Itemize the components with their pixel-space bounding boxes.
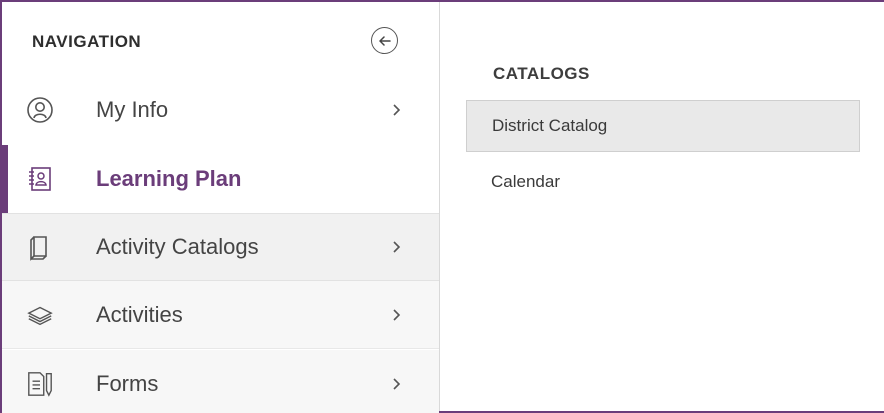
app-frame: NAVIGATION My Info Learning Plan Activit… (0, 0, 884, 413)
navigation-header: NAVIGATION (2, 2, 439, 70)
submenu-heading: CATALOGS (493, 64, 590, 83)
sidebar-item-label: Activities (96, 301, 183, 327)
sidebar-item-activity-catalogs[interactable]: Activity Catalogs (2, 213, 439, 281)
sidebar-item-my-info[interactable]: My Info (2, 76, 439, 144)
chevron-right-icon (390, 103, 404, 117)
sidebar-item-label: Learning Plan (96, 166, 242, 191)
sidebar-item-forms[interactable]: Forms (2, 350, 439, 413)
chevron-right-icon (390, 240, 404, 254)
form-pencil-icon (26, 370, 54, 398)
chevron-right-icon (390, 308, 404, 322)
collapse-sidebar-button[interactable] (371, 27, 398, 54)
arrow-left-icon (378, 35, 391, 46)
notebook-contact-icon (26, 165, 54, 193)
active-indicator (2, 145, 8, 213)
sidebar-item-label: Activity Catalogs (96, 234, 259, 259)
submenu-item-calendar[interactable]: Calendar (466, 156, 860, 208)
user-icon (26, 96, 54, 124)
catalogs-submenu-panel: CATALOGS District Catalog Calendar (440, 2, 884, 411)
navigation-title: NAVIGATION (32, 32, 142, 51)
sidebar-item-learning-plan[interactable]: Learning Plan (2, 145, 439, 213)
sidebar-item-label: My Info (96, 97, 169, 122)
sidebar-item-activities[interactable]: Activities (2, 281, 439, 349)
sidebar-item-label: Forms (96, 371, 159, 396)
book-icon (26, 233, 54, 261)
navigation-sidebar: NAVIGATION My Info Learning Plan Activit… (2, 2, 440, 413)
submenu-item-district-catalog[interactable]: District Catalog (466, 100, 860, 152)
chevron-right-icon (390, 377, 404, 391)
layers-icon (26, 301, 54, 329)
